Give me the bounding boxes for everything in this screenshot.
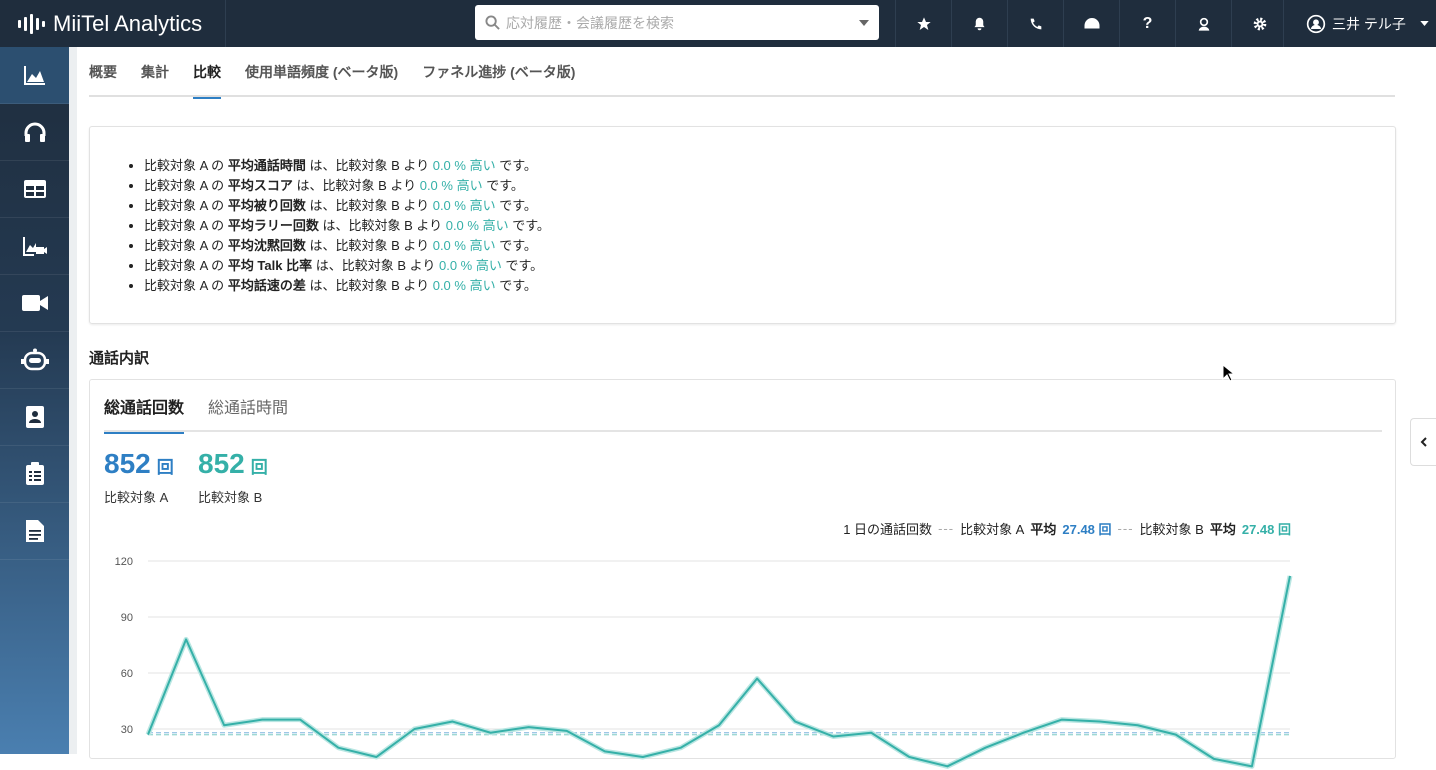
search-icon bbox=[485, 15, 500, 30]
chart-legend: 1 日の通話回数 --- 比較対象 A 平均 27.48 回 --- 比較対象 … bbox=[843, 519, 1291, 538]
comparison-summary: 比較対象 A の 平均通話時間 は、比較対象 B より 0.0 % 高い です。… bbox=[89, 126, 1396, 324]
sidebar bbox=[0, 47, 69, 754]
user-avatar-icon bbox=[1306, 14, 1326, 33]
legend-dash-a: --- bbox=[938, 521, 955, 536]
sidebar-item-robot[interactable] bbox=[0, 332, 69, 389]
star-icon bbox=[916, 16, 931, 30]
user-name: 三井 テル子 bbox=[1332, 15, 1406, 32]
legend-a-avg: 27.48 回 bbox=[1062, 522, 1112, 537]
notifications-button[interactable] bbox=[951, 0, 1007, 47]
sidebar-item-tasks[interactable] bbox=[0, 446, 69, 503]
right-panel-toggle[interactable] bbox=[1410, 418, 1436, 466]
help-button[interactable]: ? bbox=[1119, 0, 1175, 47]
search-input[interactable] bbox=[506, 14, 853, 31]
video-camera-icon bbox=[21, 295, 48, 311]
sidebar-gutter bbox=[69, 47, 77, 754]
tab-overview[interactable]: 概要 bbox=[89, 47, 117, 97]
bell-icon bbox=[974, 17, 985, 30]
app-logo[interactable]: MiiTel Analytics bbox=[0, 0, 226, 47]
breakdown-tabs: 総通話回数 総通話時間 bbox=[104, 380, 1382, 434]
gauge-icon bbox=[1084, 17, 1099, 28]
legend-a-avg-label: 平均 bbox=[1030, 522, 1057, 537]
series-line-a bbox=[145, 575, 1293, 769]
y-tick-label: 90 bbox=[121, 612, 133, 624]
favorites-button[interactable] bbox=[895, 0, 951, 47]
tab-total-calls[interactable]: 総通話回数 bbox=[104, 380, 185, 434]
sidebar-item-table[interactable] bbox=[0, 161, 69, 218]
app-name: MiiTel Analytics bbox=[53, 10, 203, 36]
y-tick-label: 120 bbox=[115, 556, 133, 568]
total-b-label: 比較対象 B bbox=[198, 490, 263, 505]
legend-dash-b: --- bbox=[1117, 521, 1134, 536]
sidebar-item-meeting-analytics[interactable] bbox=[0, 218, 69, 275]
sidebar-item-analytics[interactable] bbox=[0, 47, 69, 104]
tab-compare[interactable]: 比較 bbox=[193, 47, 221, 99]
document-icon bbox=[25, 520, 44, 542]
list-item: 比較対象 A の 平均ラリー回数 は、比較対象 B より 0.0 % 高い です… bbox=[144, 216, 550, 236]
sidebar-item-contacts[interactable] bbox=[0, 389, 69, 446]
list-item: 比較対象 A の 平均通話時間 は、比較対象 B より 0.0 % 高い です。 bbox=[144, 156, 550, 176]
sidebar-item-video[interactable] bbox=[0, 275, 69, 332]
list-item: 比較対象 A の 平均被り回数 は、比較対象 B より 0.0 % 高い です。 bbox=[144, 196, 550, 216]
support-button[interactable] bbox=[1175, 0, 1231, 47]
y-tick-label: 60 bbox=[121, 668, 133, 680]
call-breakdown-card: 総通話回数 総通話時間 852 回 852 回 比較対象 A 比較対象 B 1 日の… bbox=[89, 379, 1396, 769]
total-a-label: 比較対象 A bbox=[104, 490, 169, 505]
table-icon bbox=[23, 180, 46, 198]
cursor-icon bbox=[1222, 363, 1236, 382]
analytics-tabs: 概要 集計 比較 使用単語頻度 (ベータ版) ファネル進捗 (ベータ版) bbox=[89, 47, 1395, 99]
tab-funnel-progress[interactable]: ファネル進捗 (ベータ版) bbox=[422, 47, 575, 97]
mouse-cursor bbox=[1222, 363, 1236, 382]
question-icon: ? bbox=[1142, 14, 1153, 32]
top-bar: MiiTel Analytics ? 三井 テル子 bbox=[0, 0, 1436, 47]
clipboard-icon bbox=[25, 462, 44, 485]
section-title: 通話内訳 bbox=[89, 350, 150, 367]
summary-list: 比較対象 A の 平均通話時間 は、比較対象 B より 0.0 % 高い です。… bbox=[144, 156, 550, 296]
list-item: 比較対象 A の 平均スコア は、比較対象 B より 0.0 % 高い です。 bbox=[144, 176, 550, 196]
list-item: 比較対象 A の 平均沈黙回数 は、比較対象 B より 0.0 % 高い です。 bbox=[144, 236, 550, 256]
list-item: 比較対象 A の 平均 Talk 比率 は、比較対象 B より 0.0 % 高い… bbox=[144, 256, 550, 276]
user-menu[interactable]: 三井 テル子 bbox=[1283, 0, 1436, 47]
daily-calls-chart: 120 90 60 30 bbox=[115, 556, 1293, 769]
chart-video-icon bbox=[22, 237, 47, 256]
total-b: 852 回 bbox=[198, 448, 268, 479]
legend-a-label: 比較対象 A bbox=[960, 522, 1025, 537]
sidebar-item-documents[interactable] bbox=[0, 503, 69, 560]
legend-title: 1 日の通話回数 bbox=[843, 522, 933, 537]
chevron-down-icon[interactable] bbox=[859, 19, 869, 26]
address-book-icon bbox=[25, 406, 44, 428]
chevron-down-icon bbox=[1420, 21, 1429, 26]
tab-total-duration[interactable]: 総通話時間 bbox=[208, 380, 288, 432]
y-tick-label: 30 bbox=[121, 724, 133, 736]
logo-mark-icon bbox=[18, 13, 45, 34]
gear-icon bbox=[1253, 17, 1266, 30]
search-box[interactable] bbox=[475, 5, 879, 40]
legend-b-avg: 27.48 回 bbox=[1241, 522, 1291, 537]
list-item: 比較対象 A の 平均話速の差 は、比較対象 B より 0.0 % 高い です。 bbox=[144, 276, 550, 296]
total-a: 852 回 bbox=[104, 448, 174, 479]
series-line-b bbox=[147, 575, 1291, 768]
robot-icon bbox=[20, 348, 49, 371]
dashboard-button[interactable] bbox=[1063, 0, 1119, 47]
chevron-left-icon bbox=[1420, 437, 1427, 447]
legend-b-avg-label: 平均 bbox=[1209, 522, 1236, 537]
headset-user-icon bbox=[1198, 17, 1209, 31]
tab-aggregate[interactable]: 集計 bbox=[141, 47, 169, 97]
area-chart-icon bbox=[23, 66, 45, 85]
legend-b-label: 比較対象 B bbox=[1139, 522, 1204, 537]
phone-icon bbox=[1030, 18, 1041, 29]
tab-word-frequency[interactable]: 使用単語頻度 (ベータ版) bbox=[245, 47, 398, 97]
sidebar-item-calls[interactable] bbox=[0, 104, 69, 161]
headphones-icon bbox=[24, 122, 45, 142]
phone-button[interactable] bbox=[1007, 0, 1063, 47]
settings-button[interactable] bbox=[1231, 0, 1287, 47]
main-content: 概要 集計 比較 使用単語頻度 (ベータ版) ファネル進捗 (ベータ版) 比較対… bbox=[77, 47, 1423, 769]
